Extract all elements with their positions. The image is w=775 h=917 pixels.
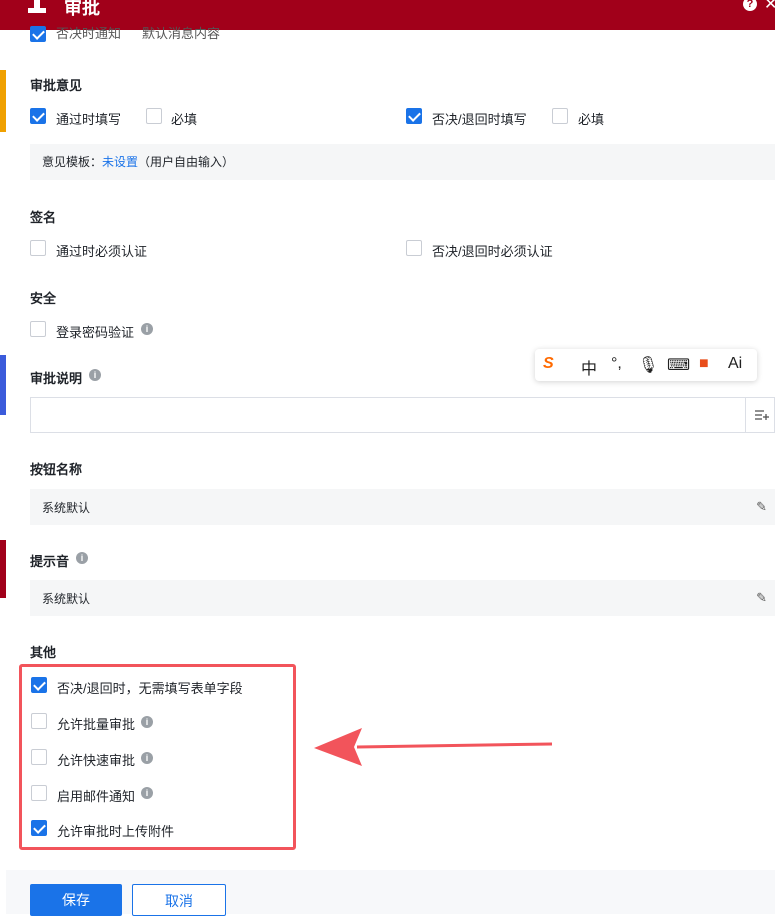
ime-chinese-toggle[interactable]: 中 xyxy=(581,355,597,379)
button-name-value: 系统默认 xyxy=(42,501,91,515)
approval-stamp-icon xyxy=(28,0,46,14)
template-setup-link[interactable]: 未设置 xyxy=(102,155,138,169)
section-title-signature: 签名 xyxy=(30,210,57,225)
reject-required-label: 必填 xyxy=(578,112,605,127)
section-title-button-name: 按钮名称 xyxy=(30,462,83,477)
ime-ai-button[interactable]: Ai xyxy=(728,355,742,373)
annotation-arrow-icon xyxy=(314,728,553,766)
pass-auth-label: 通过时必须认证 xyxy=(56,244,148,259)
info-icon[interactable]: i xyxy=(76,552,88,564)
button-name-field[interactable]: 系统默认 ✎ xyxy=(30,489,775,525)
reject-auth-checkbox[interactable] xyxy=(406,240,422,256)
edit-pencil-icon[interactable]: ✎ xyxy=(756,590,767,606)
reject-notify-checkbox[interactable] xyxy=(30,26,46,42)
notify-content-value[interactable]: 默认消息内容 xyxy=(142,23,220,42)
sound-field[interactable]: 系统默认 ✎ xyxy=(30,580,775,616)
cancel-button[interactable]: 取消 xyxy=(132,884,226,916)
ime-logo-icon[interactable]: S xyxy=(543,355,554,373)
password-verify-checkbox[interactable] xyxy=(30,321,46,337)
edit-pencil-icon[interactable]: ✎ xyxy=(756,499,767,515)
reject-notify-label: 否决时通知 xyxy=(56,26,122,41)
opinion-template-box: 意见模板：未设置（用户自由输入） xyxy=(30,144,775,180)
microphone-icon[interactable]: 🎙 xyxy=(638,355,658,375)
section-title-note: 审批说明 xyxy=(30,371,83,386)
pass-fill-label: 通过时填写 xyxy=(56,112,122,127)
keyboard-icon[interactable]: ⌨ xyxy=(667,355,690,375)
approval-note-input[interactable] xyxy=(30,397,775,433)
section-title-opinion: 审批意见 xyxy=(30,78,83,93)
reject-fill-checkbox[interactable] xyxy=(406,108,422,124)
section-title-security: 安全 xyxy=(30,291,57,306)
section-title-sound: 提示音 xyxy=(30,554,70,569)
password-verify-label: 登录密码验证 xyxy=(56,325,135,340)
sound-value: 系统默认 xyxy=(42,592,91,606)
pass-required-checkbox[interactable] xyxy=(146,108,162,124)
save-button[interactable]: 保存 xyxy=(30,884,122,916)
template-prefix: 意见模板： xyxy=(42,155,103,169)
close-icon[interactable]: ✕ xyxy=(764,0,775,14)
reject-auth-label: 否决/退回时必须认证 xyxy=(432,244,553,259)
skin-icon[interactable]: ■ xyxy=(699,355,709,373)
template-suffix: （用户自由输入） xyxy=(138,155,235,169)
dialog-title: 审批 xyxy=(64,0,100,18)
insert-field-icon[interactable] xyxy=(745,398,774,432)
reject-required-checkbox[interactable] xyxy=(552,108,568,124)
ime-punctuation-icon[interactable]: °, xyxy=(611,355,622,373)
section-title-other: 其他 xyxy=(30,645,57,660)
info-icon[interactable]: i xyxy=(89,369,101,381)
pass-auth-checkbox[interactable] xyxy=(30,240,46,256)
ime-toolbar: S 中 °, 🎙 ⌨ ■ Ai xyxy=(535,349,757,381)
help-icon[interactable]: ? xyxy=(743,0,757,11)
info-icon[interactable]: i xyxy=(141,323,153,335)
reject-fill-label: 否决/退回时填写 xyxy=(432,112,527,127)
highlight-box xyxy=(19,664,296,850)
pass-fill-checkbox[interactable] xyxy=(30,108,46,124)
pass-required-label: 必填 xyxy=(171,112,198,127)
